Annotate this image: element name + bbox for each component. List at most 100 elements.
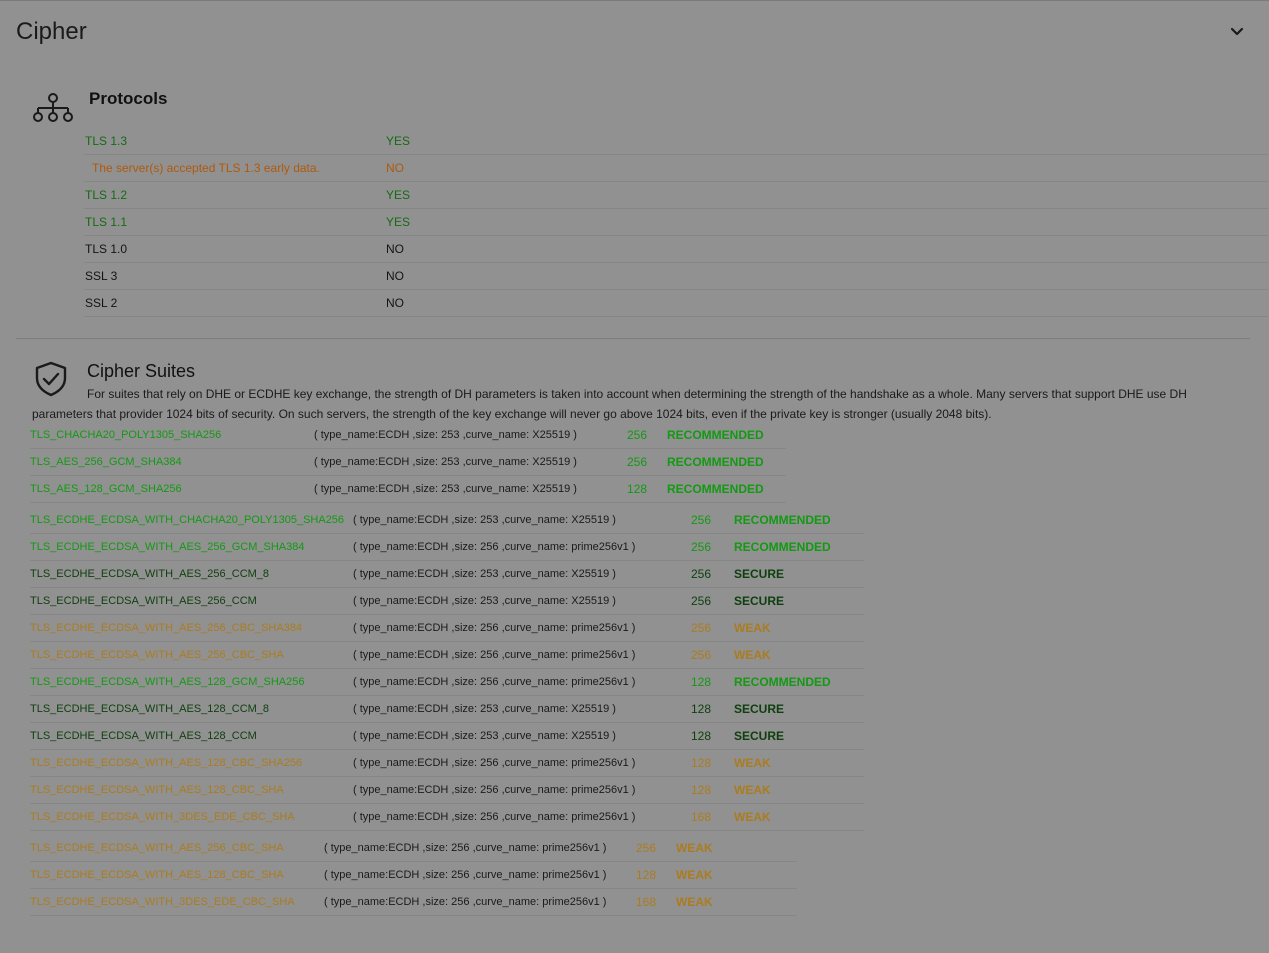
protocol-value: YES (386, 188, 411, 202)
protocol-row: TLS 1.0 NO (84, 236, 1268, 263)
protocol-name: SSL 2 (85, 296, 118, 310)
cipher-suites-heading: Cipher Suites (87, 361, 196, 381)
protocol-name: TLS 1.0 (85, 242, 128, 256)
cipher-suite-name: TLS_CHACHA20_POLY1305_SHA256 (30, 429, 222, 441)
cipher-suite-row: TLS_ECDHE_ECDSA_WITH_AES_256_CBC_SHA384 (… (30, 615, 864, 642)
cipher-suite-bits: 128 (691, 729, 712, 743)
protocol-row: SSL 3 NO (84, 263, 1268, 290)
cipher-suite-name: TLS_ECDHE_ECDSA_WITH_3DES_EDE_CBC_SHA (30, 896, 295, 908)
cipher-suite-strength: SECURE (734, 567, 785, 581)
cipher-suite-params: ( type_name:ECDH ,size: 256 ,curve_name:… (353, 622, 636, 634)
cipher-group-tls13: TLS_CHACHA20_POLY1305_SHA256 ( type_name:… (30, 422, 786, 503)
cipher-suite-bits: 168 (636, 895, 657, 909)
cipher-suite-row: TLS_ECDHE_ECDSA_WITH_AES_128_CCM ( type_n… (30, 723, 864, 750)
cipher-suite-bits: 128 (691, 756, 712, 770)
cipher-suite-params: ( type_name:ECDH ,size: 253 ,curve_name:… (314, 429, 577, 441)
cipher-suite-name: TLS_ECDHE_ECDSA_WITH_AES_128_CBC_SHA256 (30, 757, 303, 769)
cipher-suite-bits: 256 (627, 455, 648, 469)
protocol-value: NO (386, 242, 404, 256)
cipher-suite-row: TLS_CHACHA20_POLY1305_SHA256 ( type_name:… (30, 422, 786, 449)
protocol-value: YES (386, 215, 411, 229)
cipher-suite-params: ( type_name:ECDH ,size: 256 ,curve_name:… (324, 896, 607, 908)
protocol-value: NO (386, 161, 404, 175)
cipher-suite-params: ( type_name:ECDH ,size: 256 ,curve_name:… (324, 869, 607, 881)
chevron-down-icon[interactable] (1228, 24, 1246, 40)
cipher-suite-bits: 256 (691, 567, 712, 581)
section-title: Cipher (16, 18, 87, 45)
cipher-suite-row: TLS_ECDHE_ECDSA_WITH_3DES_EDE_CBC_SHA ( t… (30, 889, 797, 916)
cipher-suite-bits: 128 (691, 702, 712, 716)
protocol-name: The server(s) accepted TLS 1.3 early dat… (92, 161, 320, 175)
cipher-suite-row: TLS_ECDHE_ECDSA_WITH_AES_128_CCM_8 ( type… (30, 696, 864, 723)
network-tree-icon (33, 93, 73, 122)
cipher-suite-params: ( type_name:ECDH ,size: 253 ,curve_name:… (314, 456, 577, 468)
cipher-suite-row: TLS_ECDHE_ECDSA_WITH_AES_256_CCM ( type_n… (30, 588, 864, 615)
cipher-suite-strength: RECOMMENDED (667, 428, 764, 442)
cipher-suite-params: ( type_name:ECDH ,size: 256 ,curve_name:… (353, 757, 636, 769)
cipher-suite-strength: WEAK (676, 841, 713, 855)
cipher-suite-name: TLS_ECDHE_ECDSA_WITH_CHACHA20_POLY1305_S… (30, 514, 345, 526)
cipher-suite-row: TLS_ECDHE_ECDSA_WITH_AES_128_GCM_SHA256 (… (30, 669, 864, 696)
section-divider (16, 338, 1250, 339)
protocol-value: NO (386, 296, 404, 310)
cipher-suite-row: TLS_ECDHE_ECDSA_WITH_3DES_EDE_CBC_SHA ( t… (30, 804, 864, 831)
cipher-suite-params: ( type_name:ECDH ,size: 253 ,curve_name:… (353, 703, 616, 715)
cipher-suite-strength: WEAK (734, 783, 771, 797)
cipher-suite-name: TLS_ECDHE_ECDSA_WITH_AES_128_CCM (30, 730, 257, 742)
cipher-suite-bits: 128 (627, 482, 648, 496)
cipher-suite-row: TLS_ECDHE_ECDSA_WITH_AES_128_CBC_SHA256 (… (30, 750, 864, 777)
protocol-name: TLS 1.2 (85, 188, 128, 202)
cipher-suite-row: TLS_ECDHE_ECDSA_WITH_AES_128_CBC_SHA ( ty… (30, 862, 797, 889)
cipher-suite-params: ( type_name:ECDH ,size: 256 ,curve_name:… (324, 842, 607, 854)
cipher-suite-params: ( type_name:ECDH ,size: 256 ,curve_name:… (353, 811, 636, 823)
cipher-suite-name: TLS_AES_256_GCM_SHA384 (30, 456, 182, 468)
cipher-suite-name: TLS_ECDHE_ECDSA_WITH_AES_256_CBC_SHA (30, 842, 284, 854)
cipher-suite-bits: 256 (627, 428, 648, 442)
cipher-suite-name: TLS_ECDHE_ECDSA_WITH_AES_256_CCM_8 (30, 568, 270, 580)
cipher-suite-strength: WEAK (734, 648, 771, 662)
cipher-suite-params: ( type_name:ECDH ,size: 253 ,curve_name:… (353, 514, 616, 526)
cipher-suite-row: TLS_AES_256_GCM_SHA384 ( type_name:ECDH ,… (30, 449, 786, 476)
cipher-suite-params: ( type_name:ECDH ,size: 253 ,curve_name:… (314, 483, 577, 495)
protocol-value: YES (386, 134, 411, 148)
cipher-suite-strength: WEAK (734, 810, 771, 824)
protocol-name: TLS 1.1 (85, 215, 128, 229)
protocol-row: TLS 1.3 YES (84, 128, 1268, 155)
protocol-row: SSL 2 NO (84, 290, 1268, 317)
cipher-suites-description: For suites that rely on DHE or ECDHE key… (32, 387, 1187, 421)
protocol-name: TLS 1.3 (85, 134, 128, 148)
cipher-suite-strength: SECURE (734, 594, 785, 608)
cipher-suite-name: TLS_ECDHE_ECDSA_WITH_AES_256_GCM_SHA384 (30, 541, 305, 553)
cipher-suite-params: ( type_name:ECDH ,size: 253 ,curve_name:… (353, 595, 616, 607)
cipher-suite-name: TLS_ECDHE_ECDSA_WITH_AES_256_CCM (30, 595, 257, 607)
cipher-suite-strength: WEAK (676, 895, 713, 909)
cipher-suite-row: TLS_ECDHE_ECDSA_WITH_AES_256_CBC_SHA ( ty… (30, 642, 864, 669)
cipher-suite-name: TLS_ECDHE_ECDSA_WITH_AES_256_CBC_SHA384 (30, 622, 303, 634)
cipher-suite-strength: RECOMMENDED (667, 482, 764, 496)
cipher-suite-name: TLS_ECDHE_ECDSA_WITH_AES_128_CBC_SHA (30, 869, 284, 881)
cipher-suite-strength: RECOMMENDED (667, 455, 764, 469)
protocol-row: The server(s) accepted TLS 1.3 early dat… (84, 155, 1268, 182)
cipher-suite-bits: 128 (636, 868, 657, 882)
cipher-suite-row: TLS_AES_128_GCM_SHA256 ( type_name:ECDH ,… (30, 476, 786, 503)
cipher-group-tls11: TLS_ECDHE_ECDSA_WITH_AES_256_CBC_SHA ( ty… (30, 835, 797, 916)
protocol-row: TLS 1.1 YES (84, 209, 1268, 236)
cipher-suite-strength: RECOMMENDED (734, 540, 831, 554)
protocol-value: NO (386, 269, 404, 283)
cipher-suite-name: TLS_ECDHE_ECDSA_WITH_AES_256_CBC_SHA (30, 649, 284, 661)
cipher-suite-bits: 256 (636, 841, 657, 855)
cipher-suite-row: TLS_ECDHE_ECDSA_WITH_AES_128_CBC_SHA ( ty… (30, 777, 864, 804)
cipher-suite-name: TLS_AES_128_GCM_SHA256 (30, 483, 182, 495)
cipher-suite-bits: 256 (691, 540, 712, 554)
cipher-suite-name: TLS_ECDHE_ECDSA_WITH_3DES_EDE_CBC_SHA (30, 811, 295, 823)
top-border (0, 0, 1269, 1)
cipher-suite-params: ( type_name:ECDH ,size: 256 ,curve_name:… (353, 649, 636, 661)
cipher-suite-params: ( type_name:ECDH ,size: 256 ,curve_name:… (353, 541, 636, 553)
cipher-suite-name: TLS_ECDHE_ECDSA_WITH_AES_128_GCM_SHA256 (30, 676, 305, 688)
cipher-suite-name: TLS_ECDHE_ECDSA_WITH_AES_128_CBC_SHA (30, 784, 284, 796)
cipher-suite-bits: 168 (691, 810, 712, 824)
cipher-suite-strength: WEAK (734, 621, 771, 635)
cipher-suite-bits: 128 (691, 675, 712, 689)
cipher-suite-row: TLS_ECDHE_ECDSA_WITH_CHACHA20_POLY1305_S… (30, 507, 864, 534)
protocols-heading: Protocols (89, 89, 168, 108)
